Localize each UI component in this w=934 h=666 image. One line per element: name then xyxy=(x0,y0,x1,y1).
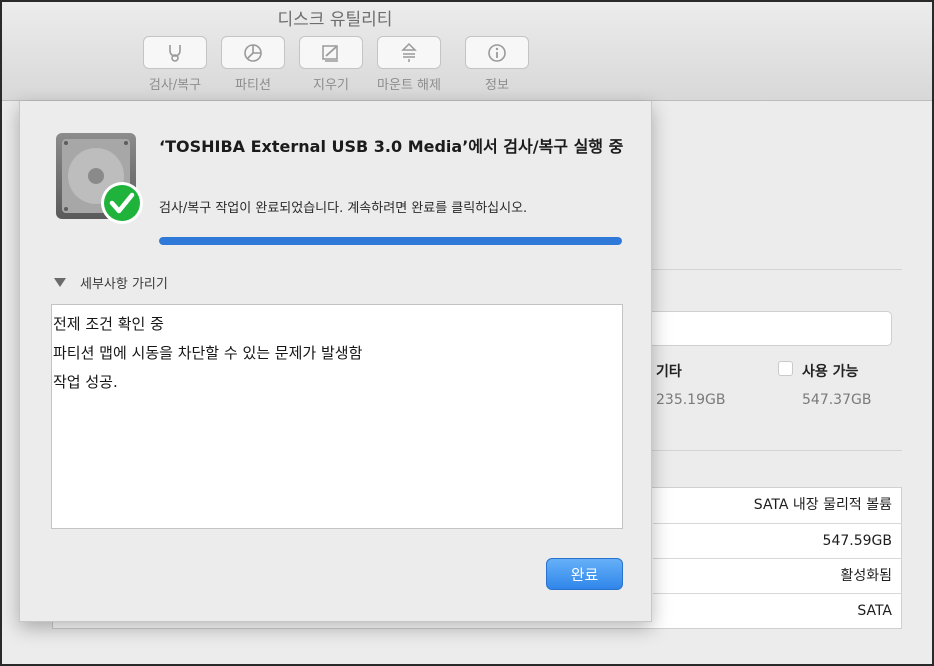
info-type: SATA 내장 물리적 볼륨 xyxy=(753,497,892,513)
info-button[interactable] xyxy=(465,36,529,69)
details-log[interactable]: 전제 조건 확인 중 파티션 맵에 시동을 차단할 수 있는 문제가 발생함 작… xyxy=(51,304,623,529)
sheet-title: ‘TOSHIBA External USB 3.0 Media’에서 검사/복구… xyxy=(159,137,624,156)
legend-available-label: 사용 가능 xyxy=(802,364,859,380)
progress-fill xyxy=(159,237,622,245)
usage-bar xyxy=(642,311,892,346)
log-line: 파티션 맵에 시동을 차단할 수 있는 문제가 발생함 xyxy=(53,344,363,362)
log-line: 전제 조건 확인 중 xyxy=(53,315,164,333)
unmount-button[interactable] xyxy=(377,36,441,69)
info-connection: SATA xyxy=(653,593,902,628)
info-status: 활성화됨 xyxy=(653,558,902,593)
toolbar-erase[interactable]: 지우기 xyxy=(298,36,364,93)
window-title: 디스크 유틸리티 xyxy=(277,10,393,30)
partition-pie-icon xyxy=(244,43,262,62)
done-button[interactable]: 완료 xyxy=(546,558,623,590)
checkmark-badge-icon xyxy=(101,182,143,224)
progress-bar xyxy=(159,237,622,245)
first-aid-sheet: ‘TOSHIBA External USB 3.0 Media’에서 검사/복구… xyxy=(19,101,652,622)
details-toggle-label[interactable]: 세부사항 가리기 xyxy=(80,273,168,292)
first-aid-button[interactable] xyxy=(143,36,207,69)
erase-button[interactable] xyxy=(299,36,363,69)
divider xyxy=(652,450,902,451)
info-label: 정보 xyxy=(485,78,509,93)
disclosure-triangle-icon[interactable] xyxy=(54,278,66,287)
legend-available-value: 547.37GB xyxy=(802,392,872,408)
divider xyxy=(652,269,902,270)
toolbar-unmount[interactable]: 마운트 해제 xyxy=(376,36,442,93)
partition-label: 파티션 xyxy=(235,78,271,93)
legend-available-swatch xyxy=(778,361,793,376)
log-line: 작업 성공. xyxy=(53,373,118,391)
first-aid-label: 검사/복구 xyxy=(148,78,202,93)
eject-icon xyxy=(401,42,417,62)
legend-other-value: 235.19GB xyxy=(656,392,726,408)
info-icon xyxy=(488,43,506,62)
erase-icon xyxy=(322,44,338,62)
toolbar-partition[interactable]: 파티션 xyxy=(220,36,286,93)
partition-button[interactable] xyxy=(221,36,285,69)
unmount-label: 마운트 해제 xyxy=(377,78,441,93)
toolbar-info[interactable]: 정보 xyxy=(464,36,530,93)
toolbar-first-aid[interactable]: 검사/복구 xyxy=(142,36,208,93)
stethoscope-icon xyxy=(169,44,181,62)
toolbar: 디스크 유틸리티 검사/복구 파티션 지우기 마운트 해제 정보 xyxy=(2,2,932,101)
sheet-message: 검사/복구 작업이 완료되었습니다. 계속하려면 완료를 클릭하십시오. xyxy=(159,201,528,216)
app-window: 디스크 유틸리티 검사/복구 파티션 지우기 마운트 해제 정보 기타 235.… xyxy=(0,0,934,666)
details-toggle[interactable]: 세부사항 가리기 xyxy=(54,273,168,292)
legend-other-label: 기타 xyxy=(656,364,682,380)
erase-label: 지우기 xyxy=(313,78,349,93)
info-capacity: 547.59GB xyxy=(653,523,902,558)
